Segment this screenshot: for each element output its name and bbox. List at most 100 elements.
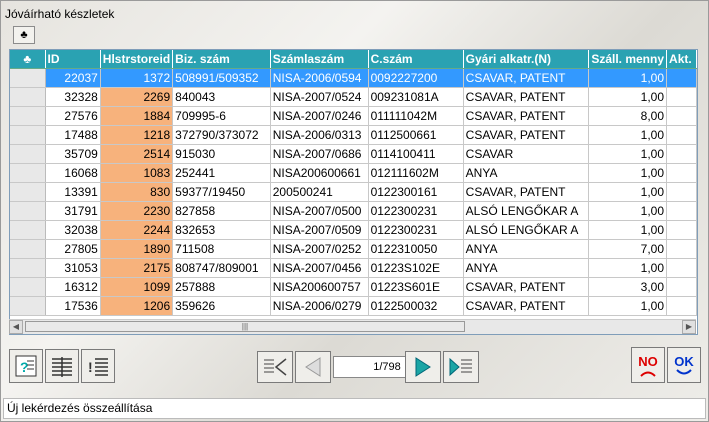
- table-row[interactable]: 16068 1083 252441 NISA200600661 012111602M AN…: [10, 163, 697, 183]
- scroll-left-icon[interactable]: ◀: [9, 320, 23, 334]
- table-row[interactable]: 32328 2269 840043 NISA-2007/0524 009231081A C…: [10, 87, 697, 107]
- column-header-4[interactable]: Számlaszám: [270, 50, 369, 69]
- table-cell: [666, 277, 697, 297]
- table-cell: 2514: [100, 144, 174, 164]
- table-row[interactable]: 22037 1372 508991/509352 NISA-2006/0594 0092…: [10, 68, 697, 88]
- column-header-0[interactable]: ♣: [10, 50, 46, 69]
- table-cell: 827858: [172, 201, 271, 221]
- table-cell: [666, 258, 697, 278]
- window: Jóváírható készletek ♣ ♣ ID Hlstrstoreid Bi…: [0, 0, 709, 422]
- table-cell: 252441: [172, 163, 271, 183]
- column-header-2[interactable]: Hlstrstoreid: [100, 50, 174, 69]
- table-row[interactable]: 13391 830 59377/19450 200500241 0122300161 CS…: [10, 182, 697, 202]
- table-cell: 2269: [100, 87, 174, 107]
- first-page-button[interactable]: [257, 351, 293, 383]
- column-header-3[interactable]: Biz. szám: [172, 50, 271, 69]
- table-cell: NISA-2006/0594: [270, 68, 369, 88]
- table-row[interactable]: 31791 2230 827858 NISA-2007/0500 0122300231 A…: [10, 201, 697, 221]
- last-page-button[interactable]: [443, 351, 479, 383]
- table-cell: 8,00: [588, 106, 668, 126]
- horizontal-scrollbar[interactable]: ◀ ||| ▶: [9, 319, 696, 334]
- status-bar: Új lekérdezés összeállítása: [3, 398, 706, 419]
- table-cell: 32328: [45, 87, 101, 107]
- svg-text:!: !: [88, 359, 93, 375]
- last-page-icon: [449, 357, 472, 377]
- column-header-8[interactable]: Akt.: [666, 50, 697, 69]
- column-header-6[interactable]: Gyári alkatr.(N): [463, 50, 590, 69]
- table-cell: 13391: [45, 182, 101, 202]
- table-cell: 01223S601E: [368, 277, 464, 297]
- table-row[interactable]: 31053 2175 808747/809001 NISA-2007/0456 0122…: [10, 258, 697, 278]
- table-cell: 2175: [100, 258, 174, 278]
- table-cell: [666, 201, 697, 221]
- table-cell: 1,00: [588, 163, 668, 183]
- table-cell: 1,00: [588, 220, 668, 240]
- table-cell: 1,00: [588, 182, 668, 202]
- query-help-button[interactable]: ?: [9, 349, 43, 383]
- no-label: NO: [638, 353, 658, 369]
- table-cell: 1218: [100, 125, 174, 145]
- column-header-1[interactable]: ID: [45, 50, 101, 69]
- list-view-button[interactable]: [45, 349, 79, 383]
- table-cell: [10, 125, 46, 145]
- table-row[interactable]: 35709 2514 915030 NISA-2007/0686 0114100411 C…: [10, 144, 697, 164]
- table-cell: [10, 144, 46, 164]
- column-header-7[interactable]: Száll. menny: [588, 50, 668, 69]
- sad-face-icon: [640, 371, 656, 377]
- table-cell: [10, 277, 46, 297]
- table-cell: 17536: [45, 296, 101, 316]
- next-page-button[interactable]: [405, 351, 441, 383]
- table-cell: 0122300231: [368, 220, 464, 240]
- table-cell: 257888: [172, 277, 271, 297]
- table-cell: 359626: [172, 296, 271, 316]
- table-cell: 200500241: [270, 182, 369, 202]
- table-cell: [10, 106, 46, 126]
- table-cell: [10, 239, 46, 259]
- table-cell: 012111602M: [368, 163, 464, 183]
- table-cell: 7,00: [588, 239, 668, 259]
- table-cell: NISA200600661: [270, 163, 369, 183]
- table-cell: 3,00: [588, 277, 668, 297]
- table-cell: 1,00: [588, 258, 668, 278]
- table-cell: 1890: [100, 239, 174, 259]
- prev-arrow-icon: [305, 357, 321, 377]
- table-cell: 17488: [45, 125, 101, 145]
- table-row[interactable]: 27576 1884 709995-6 NISA-2007/0246 011111042…: [10, 106, 697, 126]
- table-cell: 1,00: [588, 144, 668, 164]
- table-cell: 009231081A: [368, 87, 464, 107]
- table-cell: CSAVAR, PATENT: [463, 296, 590, 316]
- table-cell: NISA-2006/0313: [270, 125, 369, 145]
- scroll-right-icon[interactable]: ▶: [682, 320, 696, 334]
- table-cell: 22037: [45, 68, 101, 88]
- table-row[interactable]: 17536 1206 359626 NISA-2006/0279 0122500032 C…: [10, 296, 697, 316]
- table-row[interactable]: 17488 1218 372790/373072 NISA-2006/0313 0112…: [10, 125, 697, 145]
- table-cell: 011111042M: [368, 106, 464, 126]
- club-button[interactable]: ♣: [13, 26, 35, 44]
- table-cell: 1,00: [588, 296, 668, 316]
- table-cell: [10, 220, 46, 240]
- table-cell: NISA-2007/0252: [270, 239, 369, 259]
- table-cell: [666, 144, 697, 164]
- table-row[interactable]: 27805 1890 711508 NISA-2007/0252 0122310050 A…: [10, 239, 697, 259]
- list-icon: [52, 357, 72, 377]
- scroll-thumb[interactable]: |||: [25, 321, 465, 332]
- no-button[interactable]: NO: [631, 347, 665, 383]
- table-cell: 508991/509352: [172, 68, 271, 88]
- table-cell: 1,00: [588, 201, 668, 221]
- table-cell: ANYA: [463, 163, 590, 183]
- data-grid[interactable]: ♣ ID Hlstrstoreid Biz. szám Számlaszám C.szám…: [9, 49, 698, 335]
- ok-button[interactable]: OK: [667, 347, 701, 383]
- table-cell: [666, 220, 697, 240]
- prev-page-button[interactable]: [295, 351, 331, 383]
- table-cell: ANYA: [463, 239, 590, 259]
- table-cell: 16312: [45, 277, 101, 297]
- table-cell: NISA-2006/0279: [270, 296, 369, 316]
- next-arrow-icon: [415, 357, 431, 377]
- table-cell: 832653: [172, 220, 271, 240]
- table-cell: 915030: [172, 144, 271, 164]
- detail-view-button[interactable]: !: [81, 349, 115, 383]
- table-row[interactable]: 32038 2244 832653 NISA-2007/0509 0122300231 A…: [10, 220, 697, 240]
- column-header-5[interactable]: C.szám: [368, 50, 464, 69]
- table-cell: 59377/19450: [172, 182, 271, 202]
- table-row[interactable]: 16312 1099 257888 NISA200600757 01223S601E CS…: [10, 277, 697, 297]
